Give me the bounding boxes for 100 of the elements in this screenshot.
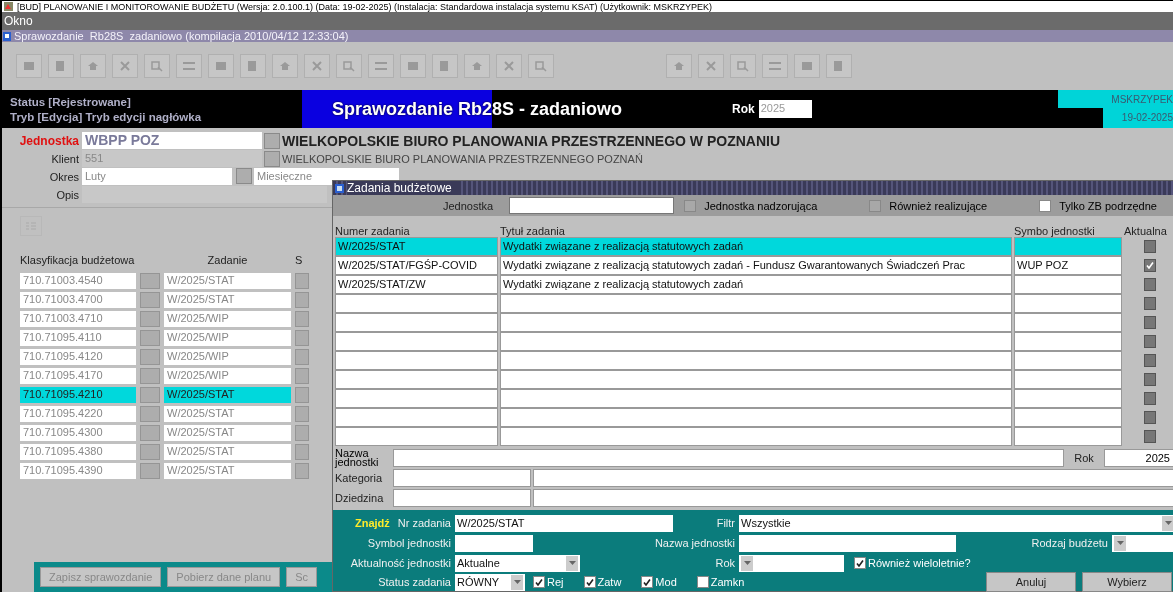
unit-symbol-cell[interactable] <box>1014 313 1122 332</box>
current-checkbox[interactable] <box>1144 411 1156 424</box>
client-field[interactable]: 551 <box>82 150 262 167</box>
classification-cell[interactable]: 710.71095.4170 <box>20 368 136 384</box>
status-checkbox[interactable]: Zamkn <box>696 576 745 588</box>
task-title-cell[interactable]: Wydatki związane z realizacją statutowych zadań <box>500 237 1012 256</box>
lookup-button[interactable] <box>140 406 160 422</box>
toolbar-button[interactable] <box>794 54 820 78</box>
task-title-cell[interactable] <box>500 408 1012 427</box>
lookup-button[interactable] <box>140 349 160 365</box>
lookup-button[interactable] <box>264 132 280 149</box>
toolbar-button[interactable] <box>16 54 42 78</box>
toolbar-button[interactable] <box>176 54 202 78</box>
task-title-cell[interactable] <box>500 370 1012 389</box>
task-number-cell[interactable]: W/2025/STAT/FGŚP-COVID <box>335 256 498 275</box>
classification-cell[interactable]: 710.71095.4210 <box>20 387 136 403</box>
toolbar-button[interactable] <box>368 54 394 78</box>
toolbar-button[interactable] <box>112 54 138 78</box>
task-cell[interactable]: W/2025/STAT <box>164 425 291 441</box>
task-cell[interactable]: W/2025/WIP <box>164 311 291 327</box>
lookup-button[interactable] <box>140 463 160 479</box>
year-field[interactable]: 2025 <box>758 100 812 118</box>
toolbar-button[interactable] <box>496 54 522 78</box>
lookup-button[interactable] <box>295 349 309 365</box>
task-number-cell[interactable] <box>335 332 498 351</box>
category-field[interactable] <box>393 469 531 487</box>
current-checkbox[interactable] <box>1144 354 1156 367</box>
unit-symbol-cell[interactable] <box>1014 237 1122 256</box>
lookup-button[interactable] <box>140 292 160 308</box>
status-checkbox[interactable]: Zatw <box>583 576 622 588</box>
lookup-button[interactable] <box>295 406 309 422</box>
task-cell[interactable]: W/2025/WIP <box>164 349 291 365</box>
toolbar-button[interactable] <box>432 54 458 78</box>
unit-symbol-cell[interactable] <box>1014 294 1122 313</box>
task-cell[interactable]: W/2025/STAT <box>164 273 291 289</box>
toolbar-button[interactable] <box>400 54 426 78</box>
current-checkbox[interactable] <box>1144 335 1156 348</box>
classification-cell[interactable]: 710.71095.4220 <box>20 406 136 422</box>
classification-cell[interactable]: 710.71095.4300 <box>20 425 136 441</box>
task-number-cell[interactable] <box>335 389 498 408</box>
task-number-cell[interactable]: W/2025/STAT <box>335 237 498 256</box>
toolbar-button[interactable] <box>48 54 74 78</box>
category-name-field[interactable] <box>533 469 1173 487</box>
unit-field[interactable]: WBPP POZ <box>82 132 262 149</box>
current-checkbox[interactable] <box>1144 278 1156 291</box>
unit-name-field[interactable] <box>739 534 956 552</box>
toolbar-button[interactable] <box>304 54 330 78</box>
classification-cell[interactable]: 710.71095.4110 <box>20 330 136 346</box>
dropdown-button[interactable] <box>1162 515 1173 531</box>
task-cell[interactable]: W/2025/STAT <box>164 292 291 308</box>
task-number-cell[interactable] <box>335 313 498 332</box>
lookup-button[interactable] <box>295 273 309 289</box>
lookup-button[interactable] <box>295 444 309 460</box>
dropdown-button[interactable] <box>1114 535 1126 551</box>
unit-input[interactable] <box>509 197 675 214</box>
task-title-cell[interactable] <box>500 351 1012 370</box>
task-cell[interactable]: W/2025/WIP <box>164 330 291 346</box>
lookup-button[interactable] <box>295 292 309 308</box>
task-title-cell[interactable] <box>500 332 1012 351</box>
dropdown-button[interactable] <box>511 574 523 590</box>
lookup-button[interactable] <box>295 425 309 441</box>
budget-type-dropdown[interactable] <box>1112 534 1173 552</box>
unit-symbol-cell[interactable] <box>1014 389 1122 408</box>
description-field[interactable] <box>82 186 327 203</box>
toolbar-button[interactable] <box>208 54 234 78</box>
status-checkbox[interactable]: Mod <box>641 576 677 588</box>
domain-name-field[interactable] <box>533 489 1173 507</box>
lookup-button[interactable] <box>140 311 160 327</box>
dropdown-button[interactable] <box>566 555 578 571</box>
unit-name-field[interactable] <box>393 449 1064 467</box>
task-cell[interactable]: W/2025/STAT <box>164 387 291 403</box>
status-checkbox[interactable]: Rej <box>533 576 564 588</box>
menu-item[interactable]: Okno <box>4 14 33 28</box>
lookup-button[interactable] <box>295 311 309 327</box>
lookup-button[interactable] <box>295 463 309 479</box>
lookup-button[interactable] <box>264 150 280 167</box>
lookup-button[interactable] <box>140 330 160 346</box>
unit-symbol-cell[interactable] <box>1014 332 1122 351</box>
unit-status-dropdown[interactable]: Aktualne <box>455 554 580 572</box>
lookup-button[interactable] <box>140 425 160 441</box>
dialog-button[interactable]: Wybierz <box>1082 572 1172 592</box>
lookup-button[interactable] <box>140 273 160 289</box>
filter-checkbox[interactable]: Tylko ZB podrzędne <box>1039 199 1157 212</box>
task-title-cell[interactable]: Wydatki związane z realizacją statutowych zadań - Fundusz Gwarantowanych Świadczeń Prac <box>500 256 1012 275</box>
toolbar-button[interactable] <box>80 54 106 78</box>
unit-symbol-cell[interactable] <box>1014 275 1122 294</box>
unit-symbol-cell[interactable] <box>1014 370 1122 389</box>
toolbar-button[interactable] <box>762 54 788 78</box>
domain-field[interactable] <box>393 489 531 507</box>
lookup-button[interactable] <box>295 387 309 403</box>
filter-dropdown[interactable]: Wszystkie <box>739 514 1173 532</box>
current-checkbox[interactable] <box>1144 430 1156 443</box>
task-cell[interactable]: W/2025/STAT <box>164 444 291 460</box>
current-checkbox[interactable] <box>1144 373 1156 386</box>
task-number-cell[interactable] <box>335 427 498 446</box>
lookup-button[interactable] <box>140 444 160 460</box>
task-number-cell[interactable] <box>335 370 498 389</box>
task-number-cell[interactable] <box>335 408 498 427</box>
task-number-cell[interactable] <box>335 351 498 370</box>
toolbar-button[interactable] <box>464 54 490 78</box>
